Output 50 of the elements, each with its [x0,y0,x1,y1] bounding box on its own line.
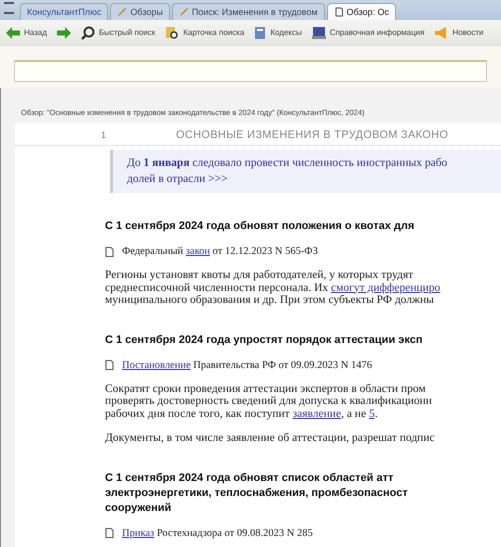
document-link[interactable]: закон [186,246,210,257]
paragraph-text: среднесписочной численности персонала. Их смогут дифференциро [105,282,442,294]
document-link[interactable]: 5 [368,408,375,420]
document-title: ОСНОВНЫЕ ИЗМЕНЕНИЯ В ТРУДОВОМ ЗАКОНО [176,129,448,141]
section-heading: С 1 сентября 2024 года обновят список областей атт [105,470,394,486]
search-icon [80,26,95,40]
browser-tab[interactable]: КонсультантПлюс [20,3,108,20]
document-link[interactable]: Постановление [122,360,191,370]
source-reference: Постановление Правительства РФ от 09.09.2023 N 1476 [122,360,372,370]
paragraph-text: Документы, в том числе заявление об аттестации, разрешат подпис [105,432,436,444]
right-arrow-icon [56,26,71,38]
browser-tab[interactable]: Обзоры [110,3,170,20]
document-link[interactable]: заявление [292,408,342,420]
paragraph-text: Сократят сроки проведения аттестации экспертов в области пром [105,382,427,395]
document-link[interactable]: Приказ [122,528,154,538]
document-icon [105,528,114,538]
browser-tab[interactable]: Обзор: Ос [326,3,396,20]
source-reference: Приказ Ростехнадзора от 09.08.2023 N 285 [122,528,313,538]
section-heading: С 1 сентября 2024 года обновят положения о квотах для [105,219,416,234]
paragraph-text: рабочих дня после того, как поступит заявление, а не 5. [105,408,379,420]
document-icon [105,360,114,370]
info-text: долей в отрасли >>> [127,172,229,187]
browser-tab[interactable]: Поиск: Изменения в трудовом [172,3,325,20]
toolbar-button[interactable]: Карточка поиска [163,26,246,40]
toolbar-button[interactable]: Быстрый поиск [78,26,158,40]
toolbar-button[interactable]: Назад [4,26,49,38]
toolbar-button[interactable]: Кодексы [252,26,304,40]
paragraph-text: муниципального образования и др. При этом субъекты РФ должны [105,294,435,306]
book-icon [254,26,266,40]
search-field[interactable] [14,60,487,82]
menu-icon[interactable] [4,2,14,14]
section-heading: электроэнергетики, теплоснабжения, промбезопасност [105,486,409,500]
document-link[interactable]: смогут дифференциро [331,282,440,294]
source-reference: Федеральный закон от 12.12.2023 N 565-ФЗ [122,246,318,257]
document-icon [105,246,114,256]
section-heading: сооружений [105,500,172,516]
megaphone-icon [434,26,448,38]
info-text: До 1 января следовало провести численность иностранных рабо [127,156,448,171]
card-search-icon [165,26,180,40]
section-heading: С 1 сентября 2024 года упростят порядок аттестации эксп [105,332,424,348]
pen-icon [178,7,189,17]
paragraph-text: проверять достоверность сведений для допуска к квалификационн [105,395,433,408]
paragraph-text: Регионы установят квоты для работодателей, у которых трудят [105,269,414,282]
toolbar-button[interactable]: Новости [432,26,486,38]
document-icon [334,7,344,17]
toolbar-button[interactable] [54,26,73,38]
left-arrow-icon [6,26,20,38]
page-number: 1 [101,130,106,140]
toolbar-button[interactable]: Справочная информация [310,26,426,40]
pen-icon [117,7,128,17]
